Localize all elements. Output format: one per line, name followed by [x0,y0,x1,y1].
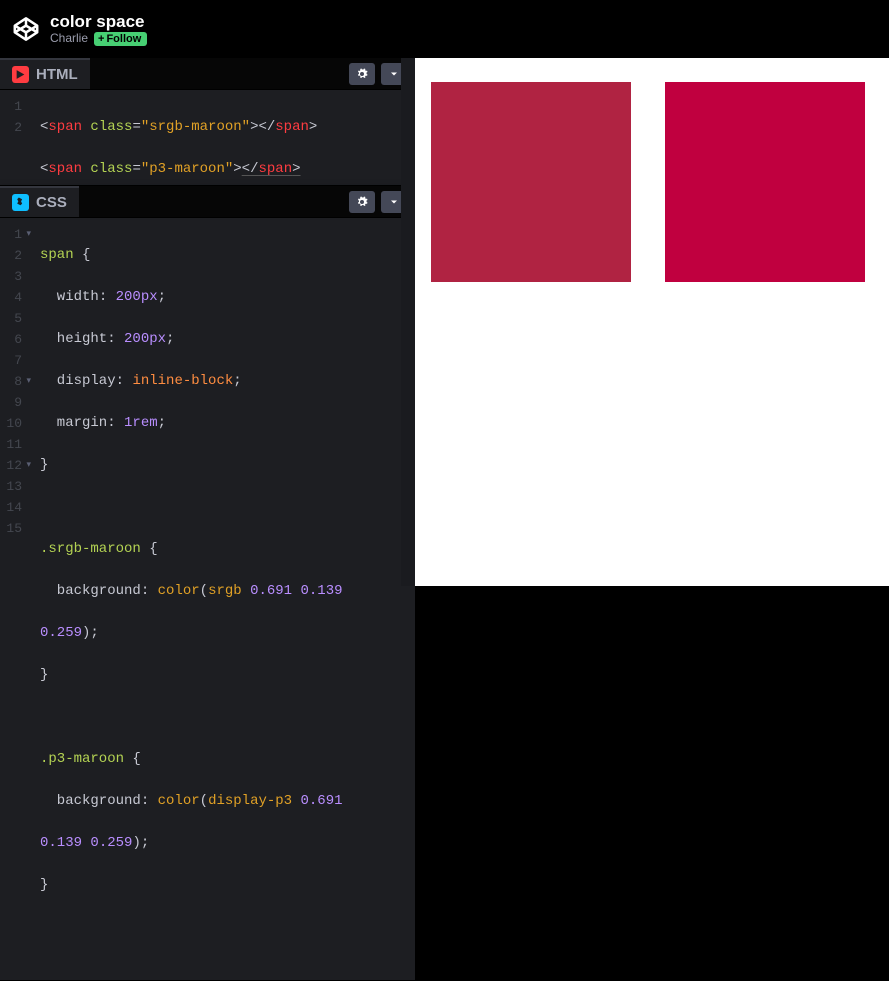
editors-scrollbar[interactable] [401,58,415,586]
css-lang-icon [12,194,29,211]
p3-maroon-swatch [665,82,865,282]
preview-pane [415,58,889,586]
html-settings-button[interactable] [349,63,375,85]
html-tab-label: HTML [36,66,78,83]
css-gutter: 1 2 3 4 5 6 7 8 9 10 11 12 13 14 15 [0,224,30,980]
follow-button[interactable]: + Follow [94,32,147,46]
chevron-down-icon [388,196,400,208]
css-tab[interactable]: CSS [0,186,79,217]
codepen-logo-icon[interactable] [12,15,40,43]
pen-title[interactable]: color space [50,12,147,32]
title-block: color space Charlie + Follow [50,12,147,47]
html-lang-icon [12,66,29,83]
html-tab[interactable]: HTML [0,58,90,89]
css-code-area[interactable]: 1 2 3 4 5 6 7 8 9 10 11 12 13 14 15 span… [0,218,415,980]
html-panel-header: HTML [0,58,415,90]
author-name[interactable]: Charlie [50,32,88,46]
content: HTML 1 2 <span class="srgb-maroon [0,58,889,586]
chevron-down-icon [388,68,400,80]
css-settings-button[interactable] [349,191,375,213]
plus-icon: + [98,33,104,45]
gear-icon [356,196,368,208]
gear-icon [356,68,368,80]
follow-label: Follow [106,33,141,45]
html-gutter: 1 2 [0,96,30,185]
editors-column: HTML 1 2 <span class="srgb-maroon [0,58,415,586]
css-panel: CSS 1 2 3 4 5 [0,186,415,981]
top-bar: color space Charlie + Follow [0,0,889,58]
html-panel: HTML 1 2 <span class="srgb-maroon [0,58,415,186]
html-code[interactable]: <span class="srgb-maroon"></span> <span … [30,96,415,185]
srgb-maroon-swatch [431,82,631,282]
css-code[interactable]: span { width: 200px; height: 200px; disp… [30,224,415,980]
html-code-area[interactable]: 1 2 <span class="srgb-maroon"></span> <s… [0,90,415,185]
css-tab-label: CSS [36,194,67,211]
css-panel-header: CSS [0,186,415,218]
